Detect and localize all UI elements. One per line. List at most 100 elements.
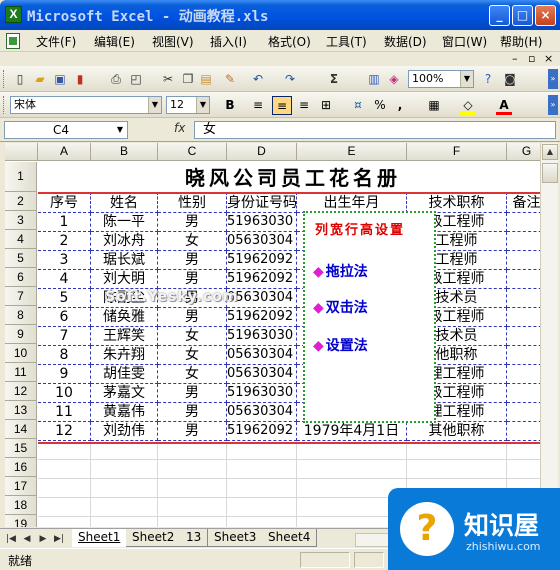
row-header[interactable]: 10 <box>5 344 37 363</box>
currency-icon[interactable]: ¤ <box>348 96 368 115</box>
permission-icon[interactable]: ▮ <box>72 71 88 87</box>
scroll-thumb[interactable] <box>542 163 558 183</box>
table-cell[interactable]: 7 <box>38 327 91 346</box>
menu-help[interactable]: 帮助(H) <box>500 33 542 50</box>
empty-cell[interactable] <box>158 460 227 479</box>
table-cell[interactable]: 刘冰舟 <box>91 232 158 251</box>
empty-cell[interactable] <box>407 460 507 479</box>
tab-sheet2[interactable]: Sheet2 <box>126 529 182 547</box>
table-cell[interactable]: 黄嘉伟 <box>91 403 158 422</box>
empty-cell[interactable] <box>227 517 297 527</box>
column-header-d[interactable]: D <box>227 143 297 161</box>
table-cell[interactable]: 4 <box>38 270 91 289</box>
zoom-select[interactable]: 100% ▼ <box>408 70 474 88</box>
borders-icon[interactable]: ▦ <box>424 96 444 115</box>
row-header[interactable]: 12 <box>5 382 37 401</box>
comma-style-button[interactable]: , <box>390 96 410 115</box>
row-header[interactable]: 17 <box>5 477 37 496</box>
copy-icon[interactable]: ❐ <box>180 71 196 87</box>
empty-cell[interactable] <box>38 479 91 498</box>
scroll-up-icon[interactable]: ▲ <box>542 144 558 160</box>
table-cell[interactable]: 3 <box>38 251 91 270</box>
excel-app-icon[interactable]: X <box>5 6 22 23</box>
workbook-close-button[interactable]: × <box>544 52 553 65</box>
row-header[interactable]: 5 <box>5 249 37 268</box>
camera-icon[interactable]: ◙ <box>502 71 518 87</box>
table-cell[interactable]: 10 <box>38 384 91 403</box>
table-cell[interactable]: 51963030 <box>227 384 297 403</box>
empty-cell[interactable] <box>91 460 158 479</box>
table-cell[interactable]: 女 <box>158 327 227 346</box>
menu-insert[interactable]: 插入(I) <box>210 33 247 50</box>
header-cell[interactable]: 技术职称 <box>407 192 507 213</box>
maximize-button[interactable]: □ <box>512 5 533 26</box>
empty-cell[interactable] <box>158 517 227 527</box>
table-cell[interactable]: 8 <box>38 346 91 365</box>
row-header[interactable]: 7 <box>5 287 37 306</box>
header-cell[interactable]: 性别 <box>158 192 227 213</box>
table-cell[interactable]: 茅嘉文 <box>91 384 158 403</box>
row-header[interactable]: 3 <box>5 211 37 230</box>
row-header[interactable]: 15 <box>5 439 37 458</box>
table-cell[interactable]: 男 <box>158 384 227 403</box>
empty-cell[interactable] <box>38 498 91 517</box>
table-cell[interactable]: 朱卉翔 <box>91 346 158 365</box>
toolbar-options-icon[interactable]: » <box>548 69 558 89</box>
tab-sheet3[interactable]: Sheet3 <box>208 529 264 547</box>
table-cell[interactable]: 6 <box>38 308 91 327</box>
autosum-button[interactable]: Σ <box>326 71 342 87</box>
header-cell[interactable]: 姓名 <box>91 192 158 213</box>
empty-cell[interactable] <box>38 517 91 527</box>
empty-cell[interactable] <box>407 441 507 460</box>
table-cell[interactable]: 05630304 <box>227 232 297 251</box>
merge-center-icon[interactable]: ⊞ <box>316 96 336 115</box>
table-cell[interactable]: 男 <box>158 213 227 232</box>
row-header[interactable]: 19 <box>5 515 37 527</box>
empty-cell[interactable] <box>227 460 297 479</box>
chevron-down-icon[interactable]: ▼ <box>148 97 161 113</box>
workbook-icon[interactable] <box>6 33 20 49</box>
table-cell[interactable]: 5 <box>38 289 91 308</box>
table-cell[interactable]: 琚长斌 <box>91 251 158 270</box>
row-header[interactable]: 18 <box>5 496 37 515</box>
row-header[interactable]: 9 <box>5 325 37 344</box>
table-cell[interactable]: 陈一平 <box>91 213 158 232</box>
table-cell[interactable]: 胡佳雯 <box>91 365 158 384</box>
table-cell[interactable]: 男 <box>158 308 227 327</box>
table-cell[interactable]: 9 <box>38 365 91 384</box>
table-cell[interactable]: 男 <box>158 270 227 289</box>
empty-cell[interactable] <box>297 441 407 460</box>
table-cell[interactable]: 男 <box>158 251 227 270</box>
table-cell[interactable]: 1979年4月1日 <box>297 422 407 441</box>
insert-function-button[interactable]: fx <box>174 121 185 135</box>
header-cell[interactable]: 身份证号码 <box>227 192 297 213</box>
empty-cell[interactable] <box>91 498 158 517</box>
table-cell[interactable]: 男 <box>158 403 227 422</box>
sheet-title[interactable]: 晓风公司员工花名册 <box>38 162 548 192</box>
tab-13[interactable]: 13 <box>180 529 209 547</box>
chevron-down-icon[interactable]: ▼ <box>113 122 127 138</box>
empty-cell[interactable] <box>158 441 227 460</box>
empty-cell[interactable] <box>297 460 407 479</box>
menu-format[interactable]: 格式(O) <box>268 33 311 50</box>
new-icon[interactable]: ▯ <box>12 71 28 87</box>
close-button[interactable]: × <box>535 5 556 26</box>
bold-button[interactable]: B <box>220 96 240 115</box>
formula-input[interactable]: 女 <box>194 121 556 139</box>
row-header[interactable]: 6 <box>5 268 37 287</box>
table-cell[interactable]: 05630304 <box>227 346 297 365</box>
table-cell[interactable]: 11 <box>38 403 91 422</box>
empty-cell[interactable] <box>158 498 227 517</box>
table-cell[interactable]: 1 <box>38 213 91 232</box>
redo-icon[interactable]: ↷ <box>282 71 298 87</box>
open-icon[interactable]: ▰ <box>32 71 48 87</box>
tab-sheet1[interactable]: Sheet1 <box>72 529 128 547</box>
align-center-icon[interactable]: ≡ <box>272 96 292 115</box>
workbook-restore-button[interactable]: ▫ <box>528 52 535 65</box>
tab-sheet4[interactable]: Sheet4 <box>262 529 318 547</box>
align-left-icon[interactable]: ≡ <box>248 96 268 115</box>
menu-edit[interactable]: 编辑(E) <box>94 33 135 50</box>
toolbar-grip[interactable] <box>3 70 6 88</box>
empty-cell[interactable] <box>38 441 91 460</box>
row-header[interactable]: 4 <box>5 230 37 249</box>
